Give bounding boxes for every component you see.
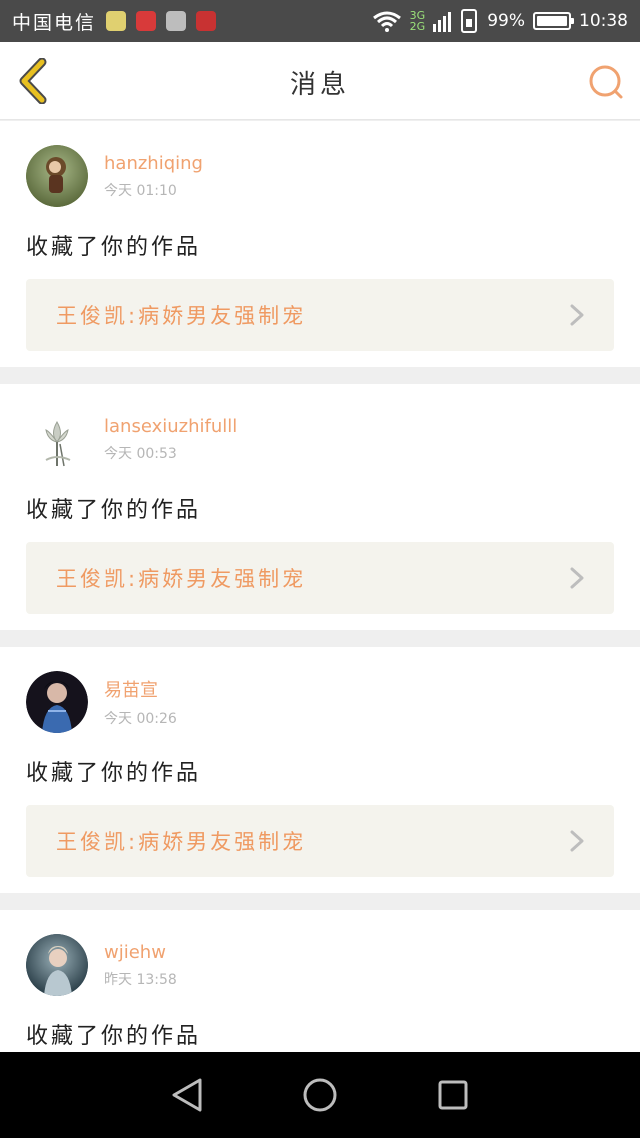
work-link[interactable]: 王俊凯:病娇男友强制宠 — [26, 805, 614, 877]
system-nav-bar — [0, 1052, 640, 1138]
message-card: 易苗宣 今天 00:26 收藏了你的作品 王俊凯:病娇男友强制宠 — [0, 647, 640, 893]
chevron-right-icon — [570, 304, 584, 326]
username[interactable]: hanzhiqing — [104, 153, 203, 174]
message-card: wjiehw 昨天 13:58 收藏了你的作品 — [0, 910, 640, 1052]
app-notification-icon — [136, 11, 157, 31]
timestamp: 昨天 13:58 — [104, 971, 177, 988]
clock: 10:38 — [579, 11, 628, 31]
chevron-right-icon — [570, 830, 584, 852]
action-text: 收藏了你的作品 — [26, 761, 202, 786]
page-title: 消息 — [289, 70, 350, 100]
search-icon — [589, 65, 623, 99]
user-row: lansexiuzhifulll 今天 00:53 — [26, 408, 614, 470]
user-row: wjiehw 昨天 13:58 — [26, 934, 614, 996]
user-row: 易苗宣 今天 00:26 — [26, 671, 614, 733]
username[interactable]: lansexiuzhifulll — [104, 416, 237, 437]
status-bar: 中国电信 3G 2G 99% 10:38 — [0, 0, 640, 42]
message-card: lansexiuzhifulll 今天 00:53 收藏了你的作品 王俊凯:病娇… — [0, 384, 640, 630]
work-title: 王俊凯:病娇男友强制宠 — [56, 304, 307, 328]
app-notification-icon — [196, 11, 217, 31]
triangle-back-icon — [172, 1078, 202, 1112]
square-recents-icon — [438, 1080, 468, 1110]
action-text: 收藏了你的作品 — [26, 498, 202, 523]
header: 消息 — [0, 42, 640, 120]
network-type-bottom: 2G — [409, 20, 426, 33]
avatar[interactable] — [26, 671, 88, 733]
wifi-icon — [372, 11, 401, 32]
avatar[interactable] — [26, 408, 88, 470]
avatar-image — [26, 934, 88, 996]
avatar[interactable] — [26, 145, 88, 207]
nav-recents-button[interactable] — [433, 1075, 473, 1115]
user-row: hanzhiqing 今天 01:10 — [26, 145, 614, 207]
action-text: 收藏了你的作品 — [26, 235, 202, 260]
nav-back-button[interactable] — [167, 1075, 207, 1115]
phone-data-icon — [461, 9, 478, 33]
avatar-image — [26, 145, 88, 207]
message-list[interactable]: hanzhiqing 今天 01:10 收藏了你的作品 王俊凯:病娇男友强制宠 — [0, 121, 640, 1052]
action-text: 收藏了你的作品 — [26, 1024, 202, 1049]
chevron-right-icon — [570, 567, 584, 589]
app-notification-icon — [106, 11, 127, 31]
username[interactable]: 易苗宣 — [104, 676, 177, 702]
nav-home-button[interactable] — [300, 1075, 340, 1115]
app-notification-icon — [166, 11, 187, 31]
work-title: 王俊凯:病娇男友强制宠 — [56, 830, 307, 854]
signal-icon — [433, 12, 452, 32]
avatar[interactable] — [26, 934, 88, 996]
message-card: hanzhiqing 今天 01:10 收藏了你的作品 王俊凯:病娇男友强制宠 — [0, 121, 640, 367]
search-button[interactable] — [586, 62, 626, 102]
work-link[interactable]: 王俊凯:病娇男友强制宠 — [26, 279, 614, 351]
work-title: 王俊凯:病娇男友强制宠 — [56, 567, 307, 591]
battery-percent: 99% — [487, 11, 525, 31]
timestamp: 今天 00:26 — [104, 711, 177, 727]
work-link[interactable]: 王俊凯:病娇男友强制宠 — [26, 542, 614, 614]
timestamp: 今天 00:53 — [104, 445, 177, 462]
timestamp: 今天 01:10 — [104, 182, 177, 199]
carrier-label: 中国电信 — [12, 11, 97, 34]
battery-icon — [533, 12, 574, 30]
avatar-image — [26, 408, 88, 470]
circle-home-icon — [303, 1078, 337, 1112]
avatar-image — [26, 671, 88, 733]
network-type: 3G 2G — [410, 10, 426, 32]
username[interactable]: wjiehw — [104, 942, 177, 963]
